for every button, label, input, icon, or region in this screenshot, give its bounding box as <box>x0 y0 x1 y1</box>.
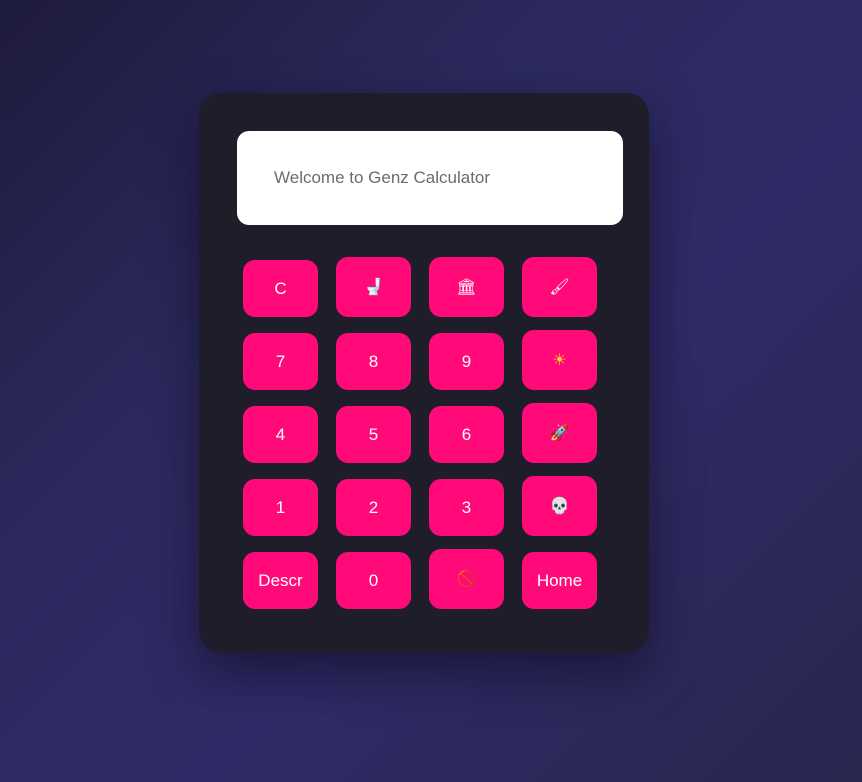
skull-icon: 💀 <box>549 496 570 515</box>
three-button[interactable]: 3 <box>429 479 504 536</box>
skull-button[interactable]: 💀 <box>522 476 597 536</box>
home-button[interactable]: Home <box>522 552 597 609</box>
prohibited-icon: 🚫 <box>456 569 477 588</box>
five-button[interactable]: 5 <box>336 406 411 463</box>
bank-button[interactable]: 🏛 <box>429 257 504 317</box>
bank-icon: 🏛 <box>456 277 477 296</box>
paint-button[interactable]: 🖌 <box>522 257 597 317</box>
eight-button[interactable]: 8 <box>336 333 411 390</box>
descr-button[interactable]: Descr <box>243 552 318 609</box>
four-button[interactable]: 4 <box>243 406 318 463</box>
paintbrush-icon: 🖌 <box>549 277 570 296</box>
calculator-panel: C 🚽 🏛 🖌 7 8 9 ☀ 4 5 6 🚀 1 2 3 💀 Descr 0 … <box>199 93 649 653</box>
nine-button[interactable]: 9 <box>429 333 504 390</box>
clear-button[interactable]: C <box>243 260 318 317</box>
seven-button[interactable]: 7 <box>243 333 318 390</box>
rocket-icon: 🚀 <box>549 423 570 442</box>
two-button[interactable]: 2 <box>336 479 411 536</box>
calculator-display[interactable] <box>237 131 623 225</box>
rocket-button[interactable]: 🚀 <box>522 403 597 463</box>
six-button[interactable]: 6 <box>429 406 504 463</box>
zero-button[interactable]: 0 <box>336 552 411 609</box>
toilet-button[interactable]: 🚽 <box>336 257 411 317</box>
sun-icon: ☀ <box>552 350 567 369</box>
toilet-icon: 🚽 <box>363 277 384 296</box>
no-button[interactable]: 🚫 <box>429 549 504 609</box>
sun-button[interactable]: ☀ <box>522 330 597 390</box>
one-button[interactable]: 1 <box>243 479 318 536</box>
